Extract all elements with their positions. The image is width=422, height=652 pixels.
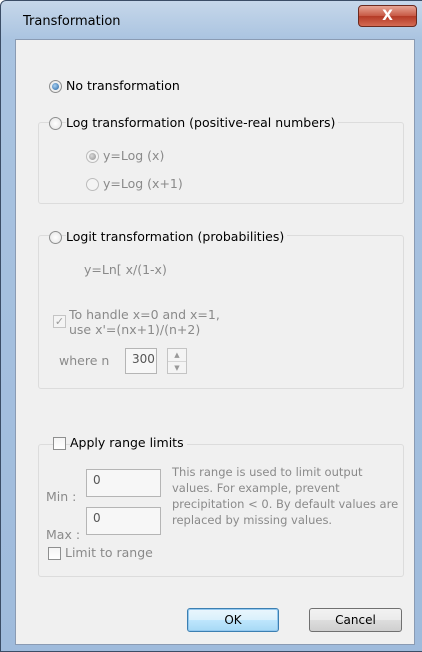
handle-bounds-checkbox[interactable]: ✓ [53, 315, 66, 328]
n-value-input[interactable]: 300 [125, 348, 157, 374]
n-value-spinner[interactable]: ▲ ▼ [167, 348, 187, 374]
cancel-button[interactable]: Cancel [309, 608, 402, 632]
close-button[interactable]: X [358, 5, 417, 27]
spin-up-icon[interactable]: ▲ [168, 349, 186, 362]
where-n-label: where n [59, 353, 110, 368]
check-mark-icon: ✓ [54, 315, 65, 328]
log-transformation-label[interactable]: Log transformation (positive-real number… [66, 115, 339, 130]
dialog-title: Transformation [23, 14, 121, 29]
log-x-radio[interactable] [86, 150, 99, 163]
handle-bounds-line-2: use x'=(nx+1)/(n+2) [69, 322, 201, 337]
transformation-dialog: Transformation X No transformation Log t… [0, 0, 422, 652]
limit-to-range-checkbox[interactable] [48, 547, 61, 560]
spin-down-icon[interactable]: ▼ [168, 362, 186, 374]
no-transformation-label[interactable]: No transformation [66, 78, 180, 93]
handle-bounds-line-1: To handle x=0 and x=1, [69, 307, 220, 322]
logit-formula: y=Ln[ x/(1-x) [84, 262, 167, 277]
limit-to-range-label[interactable]: Limit to range [65, 545, 153, 560]
apply-range-limits-label[interactable]: Apply range limits [70, 435, 187, 450]
max-label: Max : [46, 527, 81, 542]
min-input[interactable]: 0 [86, 469, 161, 497]
log-x-plus-1-radio[interactable] [86, 178, 99, 191]
min-label: Min : [46, 489, 77, 504]
close-icon: X [382, 8, 393, 24]
dialog-body: No transformation Log transformation (po… [15, 39, 415, 645]
range-description: This range is used to limit output value… [172, 465, 399, 527]
logit-transformation-label[interactable]: Logit transformation (probabilities) [66, 229, 288, 244]
log-x-plus-1-label: y=Log (x+1) [103, 176, 183, 191]
log-group-box [38, 122, 404, 204]
handle-bounds-label: To handle x=0 and x=1, use x'=(nx+1)/(n+… [69, 307, 220, 337]
log-transformation-radio[interactable] [49, 117, 62, 130]
no-transformation-radio[interactable] [49, 80, 62, 93]
logit-transformation-radio[interactable] [49, 231, 62, 244]
max-input[interactable]: 0 [86, 507, 161, 535]
title-bar: Transformation X [1, 1, 422, 39]
log-x-label: y=Log (x) [103, 148, 165, 163]
ok-button[interactable]: OK [187, 608, 279, 632]
apply-range-limits-checkbox[interactable] [53, 437, 66, 450]
